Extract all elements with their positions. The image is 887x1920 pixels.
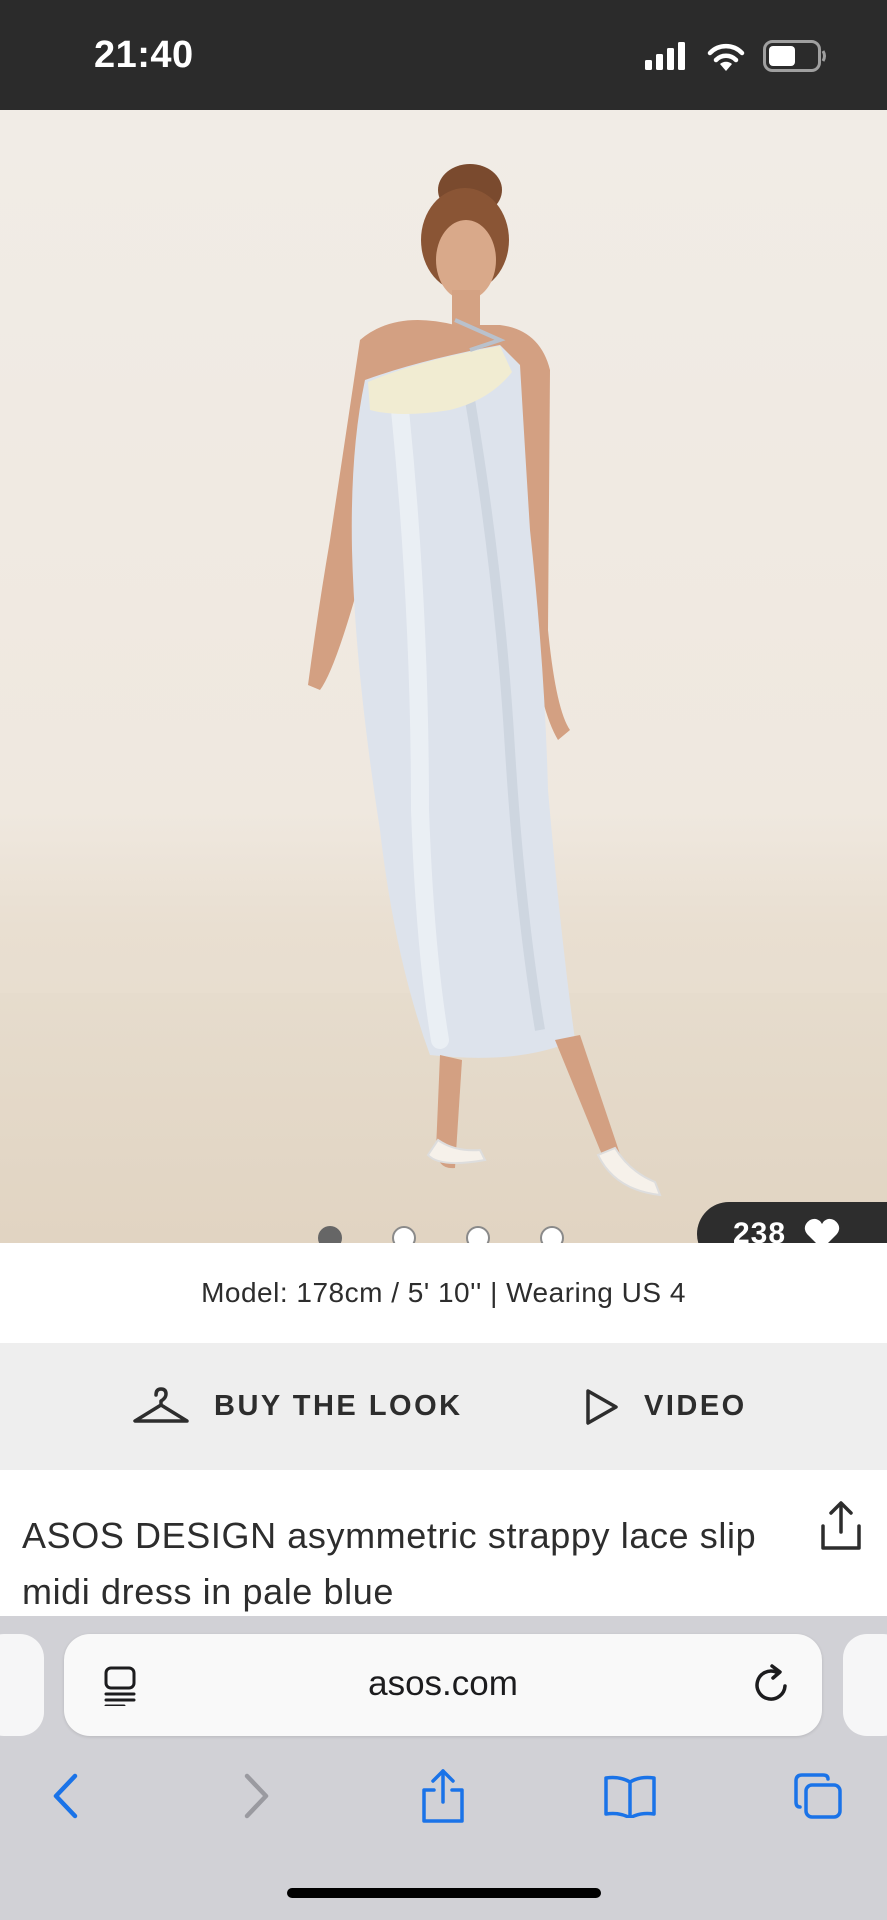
video-button[interactable]: VIDEO (584, 1343, 747, 1470)
forward-icon (244, 1773, 269, 1819)
heart-icon (804, 1218, 840, 1243)
browser-chrome: asos.com (0, 1616, 887, 1920)
page: 21:40 238 Model: 178cm / 5' 10'' | Weari… (0, 0, 887, 1920)
carousel-dot[interactable] (466, 1226, 490, 1243)
battery-icon (763, 40, 826, 72)
back-icon (53, 1773, 78, 1819)
carousel-dots (318, 1226, 564, 1243)
status-bar: 21:40 (0, 0, 887, 110)
share-icon (422, 1769, 464, 1823)
save-for-later-button[interactable]: 238 (697, 1202, 887, 1243)
bookmarks-icon (604, 1775, 656, 1818)
browser-share-button[interactable] (413, 1766, 473, 1826)
next-tab-preview[interactable] (843, 1634, 887, 1736)
status-time: 21:40 (94, 34, 194, 76)
video-label: VIDEO (644, 1390, 747, 1422)
tabs-icon (794, 1773, 842, 1819)
reload-icon[interactable] (752, 1664, 792, 1706)
buy-the-look-label: BUY THE LOOK (214, 1390, 463, 1422)
action-bar: BUY THE LOOK VIDEO (0, 1343, 887, 1470)
bookmarks-button[interactable] (600, 1766, 660, 1826)
carousel-dot[interactable] (318, 1226, 342, 1243)
tabs-button[interactable] (788, 1766, 848, 1826)
wifi-icon (707, 43, 745, 71)
share-icon (821, 1501, 861, 1550)
status-icons (645, 40, 827, 72)
play-icon (586, 1388, 618, 1425)
browser-toolbar (0, 1766, 887, 1856)
carousel-dot[interactable] (540, 1226, 564, 1243)
product-title: ASOS DESIGN asymmetric strappy lace slip… (22, 1515, 757, 1612)
buy-the-look-button[interactable]: BUY THE LOOK (132, 1343, 463, 1470)
product-image-carousel[interactable]: 238 (0, 110, 887, 1243)
model-info: Model: 178cm / 5' 10'' | Wearing US 4 (201, 1277, 686, 1308)
carousel-dot[interactable] (392, 1226, 416, 1243)
share-button[interactable] (817, 1500, 867, 1556)
back-button[interactable] (36, 1766, 96, 1826)
address-bar[interactable]: asos.com (64, 1634, 822, 1736)
signal-icon (645, 42, 685, 70)
url-text: asos.com (368, 1664, 518, 1703)
hanger-icon (133, 1386, 189, 1423)
forward-button[interactable] (226, 1766, 286, 1826)
likes-count: 238 (733, 1217, 787, 1243)
product-header: ASOS DESIGN asymmetric strappy lace slip… (0, 1470, 887, 1616)
home-indicator[interactable] (287, 1888, 601, 1898)
previous-tab-preview[interactable] (0, 1634, 44, 1736)
model-photo (308, 164, 662, 1197)
